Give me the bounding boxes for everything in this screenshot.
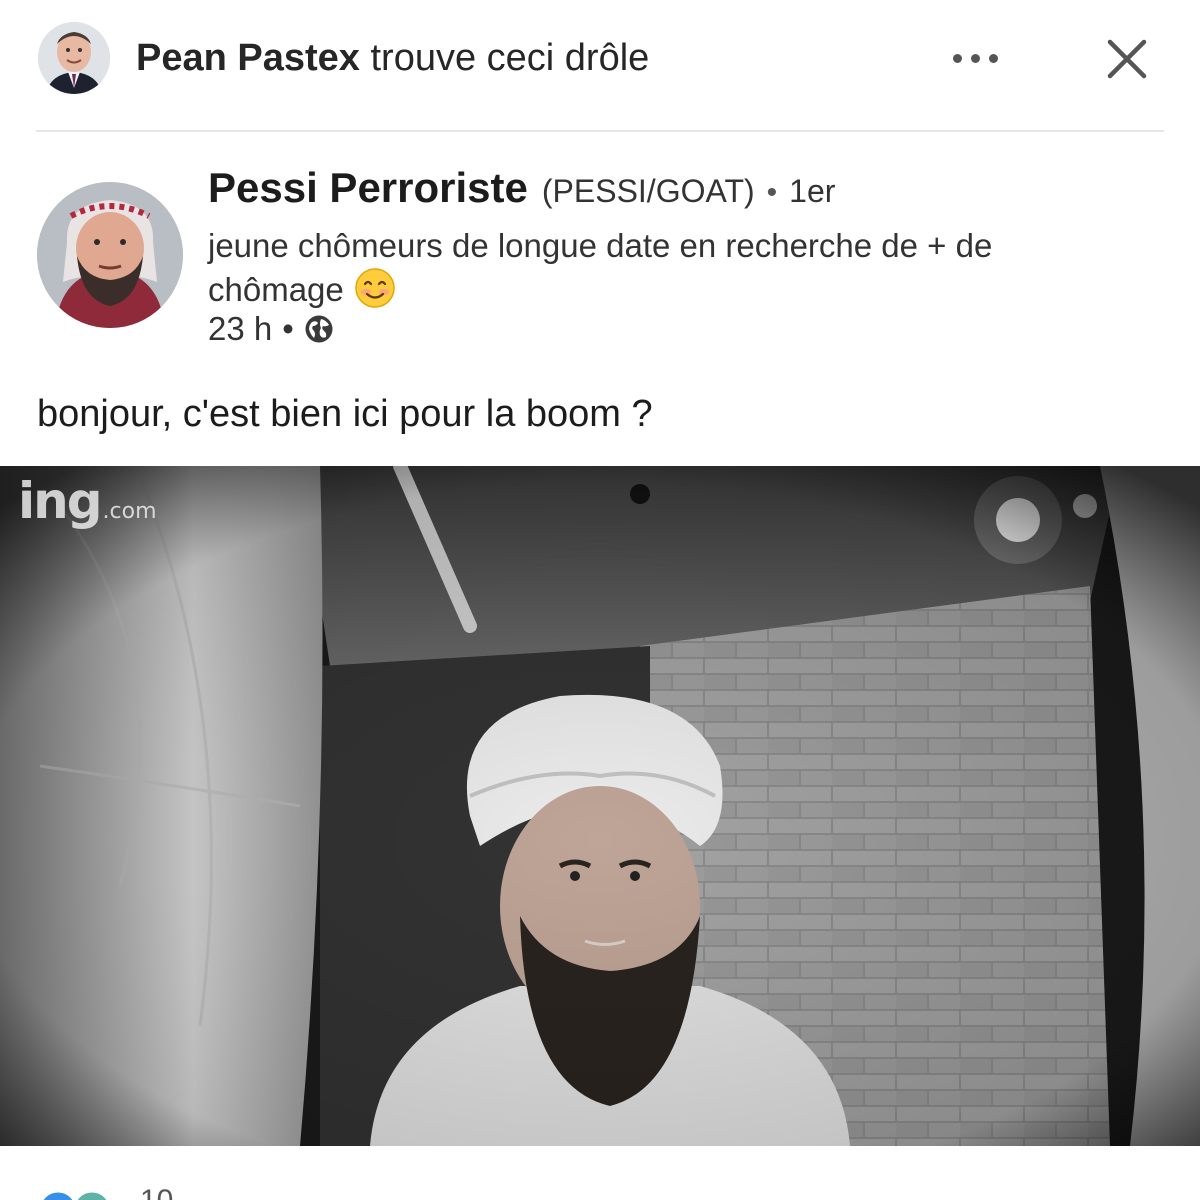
author-headline-text: jeune chômeurs de longue date en recherc… — [208, 227, 993, 308]
author-separator: • — [766, 176, 778, 209]
author-avatar[interactable] — [37, 182, 183, 328]
watermark-text: ing — [18, 472, 103, 530]
post-image[interactable]: ing.com — [0, 466, 1200, 1146]
actor-name[interactable]: Pean Pastex — [136, 37, 360, 79]
reaction-icons — [38, 1189, 148, 1200]
reaction-icons-svg — [40, 1189, 110, 1200]
meta-separator: • — [282, 310, 294, 347]
actor-avatar[interactable] — [38, 22, 110, 94]
author-name[interactable]: Pessi Perroriste — [208, 164, 528, 212]
author-line: Pessi Perroriste (PESSI/GOAT) • 1er — [208, 164, 835, 212]
connection-degree: 1er — [789, 173, 836, 209]
photo-watermark: ing.com — [18, 472, 157, 530]
divider — [36, 130, 1164, 132]
close-button[interactable] — [1100, 32, 1154, 86]
activity-text: Pean Pastex trouve ceci drôle — [136, 36, 649, 80]
more-options-button[interactable] — [935, 40, 1015, 76]
activity-action: trouve ceci drôle — [370, 37, 650, 79]
watermark-suffix: .com — [102, 499, 157, 524]
globe-icon — [304, 314, 334, 344]
more-horizontal-icon — [952, 53, 998, 63]
activity-header: Pean Pastex trouve ceci drôle — [0, 0, 1200, 130]
doorbell-camera-photo — [0, 466, 1200, 1146]
smiling-face-icon — [354, 267, 396, 309]
reactions-bar[interactable]: 10 — [0, 1146, 1200, 1200]
author-headline: jeune chômeurs de longue date en recherc… — [208, 224, 1108, 311]
reaction-count[interactable]: 10 — [140, 1184, 173, 1200]
close-icon — [1107, 39, 1147, 79]
post-text: bonjour, c'est bien ici pour la boom ? — [37, 393, 653, 435]
post-time: 23 h — [208, 310, 273, 347]
author-handle: (PESSI/GOAT) — [541, 173, 755, 209]
post-meta: 23 h • — [208, 310, 334, 348]
